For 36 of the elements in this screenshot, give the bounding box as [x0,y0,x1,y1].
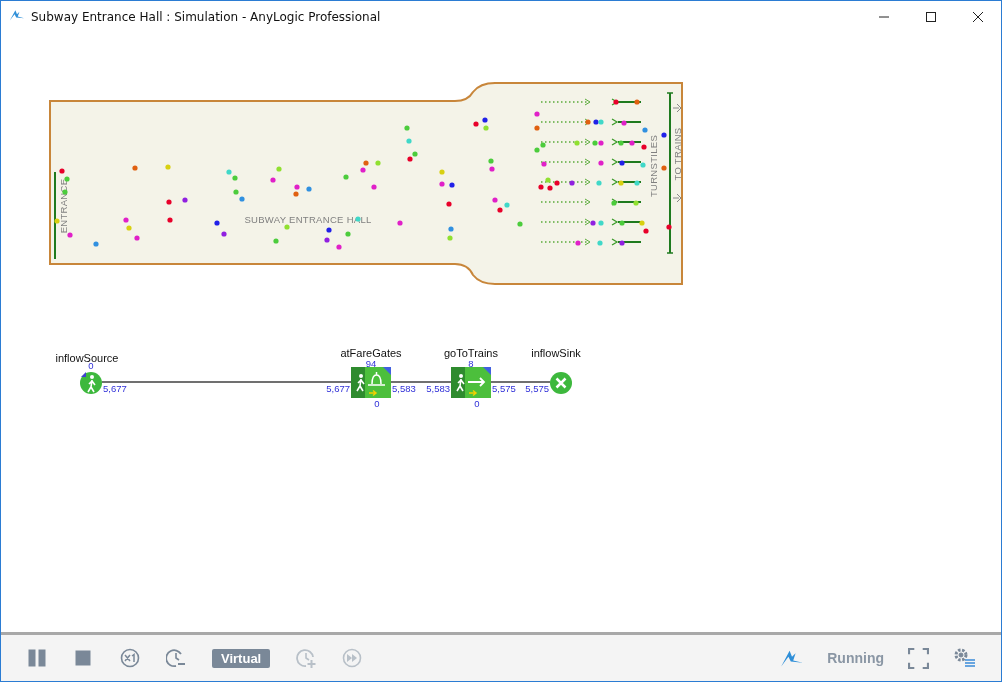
mode-button[interactable]: Virtual [212,648,271,668]
block-count: 0 [474,398,480,409]
exit-arrow-icon [672,103,682,113]
exit-label: TO TRAINS [672,127,683,181]
block-count: 94 [365,358,377,369]
port-count: 5,677 [326,383,350,394]
block-name: atFareGates [340,347,402,359]
settings-icon[interactable] [953,647,977,669]
port-count: 5,677 [103,383,127,394]
port-count: 5,583 [426,383,450,394]
close-icon [972,11,983,22]
source-block-icon[interactable] [80,372,102,394]
move-block-icon[interactable] [451,367,491,398]
fullscreen-icon[interactable] [908,647,929,669]
clock-minus-icon[interactable] [166,648,186,668]
maximize-icon [925,11,936,22]
port-count: 5,583 [392,383,416,394]
service-block-icon[interactable] [351,367,391,398]
port-count: 5,575 [492,383,516,394]
block-name: inflowSource [55,352,119,364]
block-name: goToTrains [444,347,498,359]
entrance-label: ENTRANCE [58,178,69,234]
block-count: 0 [374,398,380,409]
window-title: Subway Entrance Hall : Simulation - AnyLogic Professional [31,9,381,24]
connector-line [390,381,452,383]
exit-arrow-icon [672,193,682,203]
port-count: 5,575 [525,383,549,394]
sink-block-icon[interactable] [550,372,572,394]
stop-icon[interactable] [74,648,94,668]
block-name: inflowSink [531,347,581,359]
status-text: Running [827,650,884,666]
block-count: 8 [468,358,474,369]
turnstiles-label: TURNSTILES [648,134,659,198]
connector-line [490,381,551,383]
speed-x1-icon[interactable] [120,648,140,668]
pause-icon[interactable] [28,648,48,668]
